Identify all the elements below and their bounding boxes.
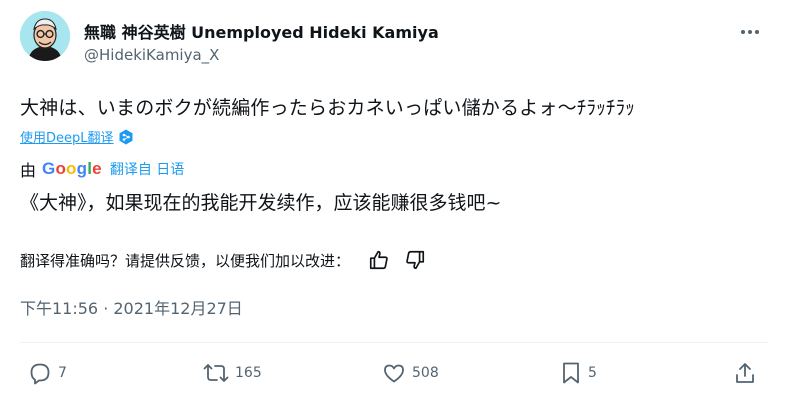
more-options-button[interactable] bbox=[738, 22, 762, 42]
thumbs-down-icon bbox=[406, 250, 425, 270]
thumbs-up-icon bbox=[369, 250, 388, 270]
author-display-name[interactable]: 無職 神谷英樹 Unemployed Hideki Kamiya bbox=[84, 19, 439, 43]
more-icon bbox=[741, 30, 759, 34]
deepl-translate-link[interactable]: 使用DeepL翻译 bbox=[20, 127, 133, 146]
like-count: 508 bbox=[412, 365, 439, 381]
tweet-timestamp[interactable]: 下午11:56 · 2021年12月27日 bbox=[20, 295, 243, 319]
retweet-button[interactable]: 165 bbox=[203, 359, 262, 387]
share-icon bbox=[736, 363, 754, 383]
avatar-illustration bbox=[20, 11, 70, 61]
translated-text: 《大神》，如果现在的我能开发续作，应该能赚很多钱吧~ bbox=[20, 192, 502, 214]
author-handle[interactable]: @HidekiKamiya_X bbox=[84, 46, 219, 64]
reply-button[interactable]: 7 bbox=[28, 359, 67, 387]
reply-count: 7 bbox=[58, 365, 67, 381]
deepl-link-label: 使用DeepL翻译 bbox=[20, 131, 114, 146]
feedback-prompt: 翻译得准确吗？请提供反馈，以便我们加以改进： bbox=[20, 251, 351, 270]
like-button[interactable]: 508 bbox=[382, 359, 439, 387]
deepl-icon bbox=[119, 129, 133, 144]
divider bbox=[20, 342, 768, 343]
translation-feedback-row: 翻译得准确吗？请提供反馈，以便我们加以改进： bbox=[20, 247, 438, 273]
avatar[interactable] bbox=[20, 11, 70, 61]
bookmark-button[interactable]: 5 bbox=[560, 359, 597, 387]
reply-icon bbox=[30, 363, 50, 385]
translated-from-link[interactable]: 翻译自 日语 bbox=[110, 159, 184, 179]
retweet-count: 165 bbox=[235, 365, 262, 381]
tweet-text: 大神は、いまのボクが続編作ったらおカネいっぱい儲かるよォ〜ﾁﾗｯﾁﾗｯ bbox=[20, 97, 636, 119]
bookmark-count: 5 bbox=[588, 365, 597, 381]
like-icon bbox=[384, 364, 404, 383]
thumbs-up-button[interactable] bbox=[366, 247, 392, 273]
share-button[interactable] bbox=[734, 359, 756, 387]
thumbs-down-button[interactable] bbox=[402, 247, 428, 273]
google-logo: Google bbox=[42, 159, 102, 178]
retweet-icon bbox=[203, 364, 229, 382]
translation-source-row: 由 Google 翻译自 日语 bbox=[20, 157, 184, 181]
bookmark-icon bbox=[563, 362, 579, 384]
translated-by-prefix: 由 bbox=[20, 161, 37, 180]
